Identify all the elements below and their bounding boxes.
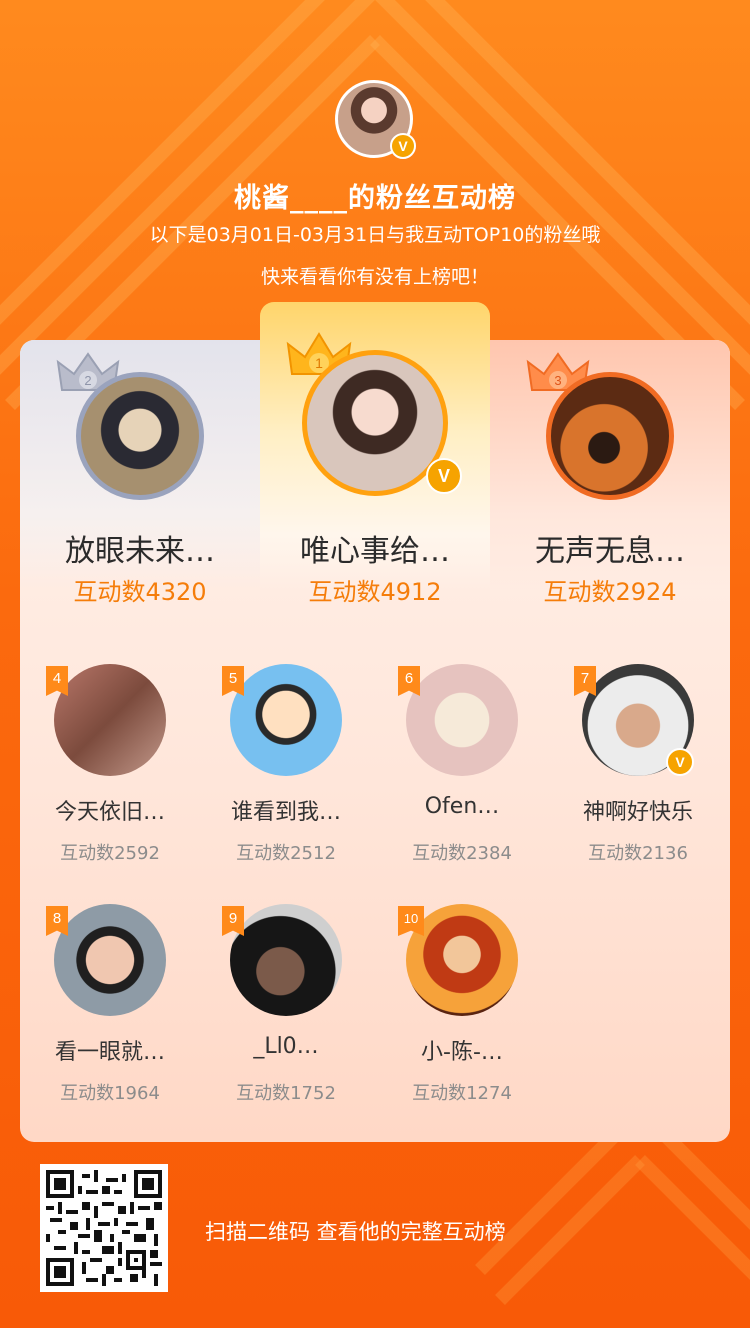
fan-name: 唯心事给… — [300, 534, 450, 569]
fan-name: 谁看到我… — [230, 800, 341, 825]
invite-text: 快来看看你有没有上榜吧！ — [260, 266, 489, 288]
rank-tag: 7 — [574, 666, 596, 696]
rank-tag: 10 — [398, 906, 424, 936]
interaction-count: 互动数1964 — [60, 1083, 160, 1104]
avatar[interactable] — [230, 664, 342, 776]
interaction-count: 互动数2136 — [588, 843, 688, 864]
svg-text:3: 3 — [554, 373, 561, 388]
ranking-card: 2 放眼未来… 互动数4320 1 V 唯心事给… 互动数4912 3 无声无息… — [20, 302, 730, 1142]
interaction-count: 互动数1274 — [412, 1083, 512, 1104]
fan-name: 小-陈-… — [421, 1040, 503, 1065]
interaction-count: 互动数4912 — [308, 578, 442, 606]
interaction-count: 互动数1752 — [236, 1083, 336, 1104]
interaction-count: 互动数2384 — [412, 843, 512, 864]
verified-icon: V — [666, 748, 694, 776]
rank-item-6[interactable]: 6 Ofen… 互动数2384 — [374, 664, 550, 874]
rank-item-4[interactable]: 4 今天依旧… 互动数2592 — [22, 664, 198, 874]
avatar[interactable] — [54, 664, 166, 776]
avatar[interactable] — [406, 664, 518, 776]
fan-name: _Ll0… — [253, 1034, 319, 1059]
fan-name: 看一眼就… — [54, 1040, 165, 1065]
rank-item-9[interactable]: 9 _Ll0… 互动数1752 — [198, 904, 374, 1114]
interaction-count: 互动数4320 — [73, 578, 207, 606]
host-avatar[interactable]: V — [335, 80, 416, 159]
rank-item-10[interactable]: 10 小-陈-… 互动数1274 — [374, 904, 550, 1114]
interaction-count: 互动数2924 — [543, 578, 677, 606]
rank-item-7[interactable]: 7 V 神啊好快乐 互动数2136 — [550, 664, 726, 874]
date-range-text: 以下是03月01日-03月31日与我互动TOP10的粉丝哦 — [149, 224, 601, 246]
scan-qr-text: 扫描二维码 查看他的完整互动榜 — [205, 1220, 506, 1244]
qr-code[interactable] — [40, 1164, 168, 1292]
fan-name: 今天依旧… — [54, 800, 165, 825]
verified-icon: V — [426, 458, 462, 494]
rank-item-5[interactable]: 5 谁看到我… 互动数2512 — [198, 664, 374, 874]
rank-tag: 5 — [222, 666, 244, 696]
avatar[interactable] — [76, 372, 204, 500]
avatar[interactable] — [54, 904, 166, 1016]
interaction-count: 互动数2512 — [236, 843, 336, 864]
fan-name: 放眼未来… — [65, 534, 215, 569]
fan-name: 神啊好快乐 — [582, 800, 693, 825]
svg-text:2: 2 — [84, 373, 91, 388]
rank-item-8[interactable]: 8 看一眼就… 互动数1964 — [22, 904, 198, 1114]
fan-name: Ofen… — [424, 794, 500, 819]
verified-icon: V — [390, 133, 416, 159]
qr-code-icon — [46, 1170, 162, 1286]
page-title: 桃酱____的粉丝互动榜 — [234, 183, 516, 214]
interaction-count: 互动数2592 — [60, 843, 160, 864]
rank-tag: 6 — [398, 666, 420, 696]
top3-item-1[interactable]: 1 V 唯心事给… 互动数4912 — [260, 332, 490, 620]
top3-item-2[interactable]: 2 放眼未来… 互动数4320 — [20, 340, 260, 620]
rank-tag: 9 — [222, 906, 244, 936]
rank-tag: 8 — [46, 906, 68, 936]
avatar[interactable] — [230, 904, 342, 1016]
top3-item-3[interactable]: 3 无声无息… 互动数2924 — [490, 340, 730, 620]
fan-name: 无声无息… — [535, 534, 685, 569]
svg-text:1: 1 — [315, 355, 323, 371]
rank-tag: 4 — [46, 666, 68, 696]
avatar[interactable] — [546, 372, 674, 500]
